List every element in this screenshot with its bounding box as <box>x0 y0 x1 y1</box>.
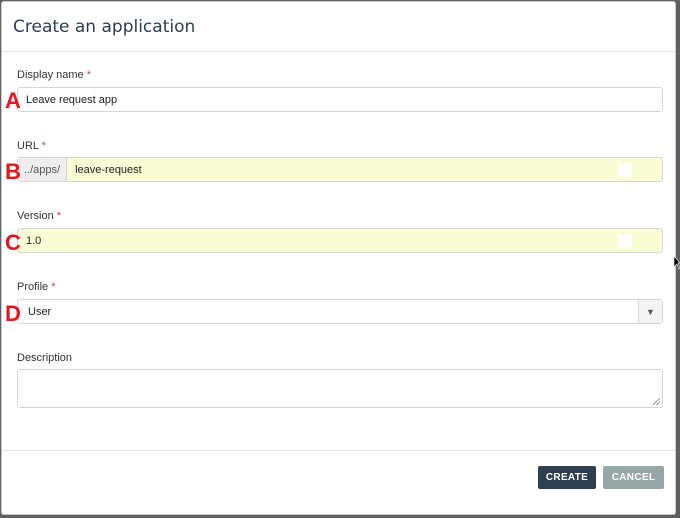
version-label-text: Version <box>17 210 54 222</box>
mouse-cursor-icon <box>674 256 680 270</box>
display-name-label-text: Display name <box>17 69 84 81</box>
required-indicator: * <box>86 69 91 81</box>
display-name-value: Leave request app <box>26 93 118 106</box>
description-label: Description <box>17 352 72 364</box>
url-input[interactable]: ../apps/ leave-request <box>17 157 663 182</box>
version-label: Version * <box>17 210 61 222</box>
description-label-text: Description <box>17 352 73 364</box>
required-indicator: * <box>51 281 56 293</box>
profile-value: User <box>28 305 52 318</box>
chevron-down-icon[interactable]: ▼ <box>638 300 662 323</box>
dialog-header: Create an application <box>2 2 675 52</box>
marker-b: B <box>5 159 21 184</box>
profile-label: Profile * <box>17 281 56 293</box>
url-prefix-addon: ../apps/ <box>18 158 68 181</box>
description-textarea[interactable] <box>17 369 663 408</box>
footer-divider <box>2 450 675 451</box>
display-name-label: Display name * <box>17 69 91 81</box>
url-label: URL * <box>17 140 46 152</box>
profile-label-text: Profile <box>17 281 49 293</box>
autofill-icon <box>618 163 632 177</box>
marker-a: A <box>5 88 21 113</box>
create-button[interactable]: CREATE <box>538 466 596 489</box>
marker-c: C <box>5 230 21 255</box>
cancel-button[interactable]: CANCEL <box>603 466 664 489</box>
marker-d: D <box>5 301 21 326</box>
required-indicator: * <box>56 210 62 222</box>
display-name-input[interactable]: Leave request app <box>17 87 663 112</box>
version-input[interactable]: 1.0 <box>17 228 663 253</box>
autofill-icon <box>618 234 632 248</box>
dialog-title: Create an application <box>13 17 196 37</box>
url-value: leave-request <box>75 163 142 176</box>
resize-grip-icon[interactable] <box>653 398 660 405</box>
profile-select[interactable]: User ▼ <box>17 299 663 324</box>
version-value: 1.0 <box>26 234 42 247</box>
create-application-dialog: Create an application Display name * Lea… <box>1 1 676 515</box>
required-indicator: * <box>41 140 46 152</box>
url-label-text: URL <box>17 140 39 152</box>
